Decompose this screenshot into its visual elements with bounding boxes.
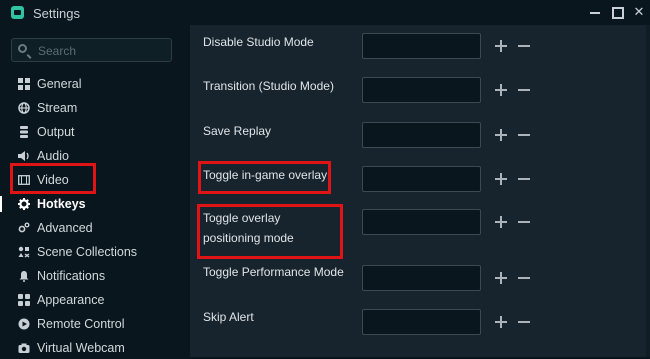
maximize-icon (612, 7, 624, 19)
sidebar-item-remote-control[interactable]: Remote Control (0, 313, 190, 335)
hotkey-label: Save Replay (203, 124, 272, 138)
close-button[interactable]: ✕ (629, 3, 649, 21)
remove-binding-icon[interactable] (518, 316, 530, 328)
minimize-icon (590, 12, 600, 14)
hotkey-label: Disable Studio Mode (203, 35, 314, 49)
sidebar-item-stream[interactable]: Stream (0, 97, 190, 119)
active-indicator (0, 196, 2, 212)
sidebar-item-general[interactable]: General (0, 73, 190, 95)
sidebar-item-label: Stream (37, 101, 78, 115)
sidebar-item-label: Remote Control (37, 317, 125, 331)
hotkeys-panel: Disable Studio Mode Transition (Studio M… (190, 25, 650, 357)
database-icon (18, 126, 30, 138)
gear-icon (18, 198, 30, 210)
sidebar-item-scene-collections[interactable]: Scene Collections (0, 241, 190, 263)
search-icon (18, 44, 27, 53)
maximize-button[interactable] (607, 3, 627, 21)
collections-icon (18, 246, 30, 258)
add-binding-icon[interactable] (495, 84, 507, 96)
sidebar-item-label: Appearance (37, 293, 105, 307)
hotkey-binding-input[interactable] (362, 77, 481, 103)
close-icon: ✕ (633, 4, 645, 19)
remove-binding-icon[interactable] (518, 173, 530, 185)
sidebar-item-label: Advanced (37, 221, 93, 235)
play-circle-icon (18, 318, 30, 330)
sidebar-item-output[interactable]: Output (0, 121, 190, 143)
search-box[interactable] (11, 38, 172, 62)
bell-icon (18, 270, 30, 282)
toggle-overlay-positioning-highlight (197, 204, 343, 259)
sidebar-item-label: Hotkeys (37, 197, 86, 211)
grid-icon (18, 78, 30, 90)
sidebar-item-notifications[interactable]: Notifications (0, 265, 190, 287)
globe-icon (18, 102, 30, 114)
streamlabs-icon (11, 6, 24, 19)
gears-icon (18, 222, 30, 234)
palette-icon (18, 294, 30, 306)
hotkey-binding-input[interactable] (362, 309, 481, 335)
sidebar-item-label: Scene Collections (37, 245, 138, 259)
add-binding-icon[interactable] (495, 216, 507, 228)
sidebar-item-hotkeys[interactable]: Hotkeys (0, 193, 190, 215)
remove-binding-icon[interactable] (518, 40, 530, 52)
remove-binding-icon[interactable] (518, 216, 530, 228)
hotkey-binding-input[interactable] (362, 122, 481, 148)
title-bar: Settings ✕ (0, 0, 650, 25)
camera-icon (18, 342, 30, 354)
hotkeys-highlight-box (10, 163, 96, 194)
add-binding-icon[interactable] (495, 316, 507, 328)
sidebar-item-label: Audio (37, 149, 69, 163)
remove-binding-icon[interactable] (518, 272, 530, 284)
add-binding-icon[interactable] (495, 129, 507, 141)
add-binding-icon[interactable] (495, 272, 507, 284)
remove-binding-icon[interactable] (518, 129, 530, 141)
window-title: Settings (33, 6, 80, 21)
sidebar-item-appearance[interactable]: Appearance (0, 289, 190, 311)
scrollbar[interactable] (646, 25, 650, 357)
toggle-in-game-overlay-highlight (198, 161, 331, 194)
search-input[interactable] (36, 41, 170, 61)
add-binding-icon[interactable] (495, 40, 507, 52)
add-binding-icon[interactable] (495, 173, 507, 185)
speaker-icon (18, 150, 30, 162)
hotkey-binding-input[interactable] (362, 265, 481, 291)
remove-binding-icon[interactable] (518, 84, 530, 96)
hotkey-label: Transition (Studio Mode) (203, 79, 334, 93)
hotkey-binding-input[interactable] (362, 209, 481, 235)
minimize-button[interactable] (585, 3, 605, 21)
sidebar-item-label: Notifications (37, 269, 106, 283)
sidebar-item-label: Output (37, 125, 75, 139)
hotkey-label: Toggle Performance Mode (203, 265, 344, 279)
hotkey-label: Skip Alert (203, 310, 254, 324)
sidebar-item-label: Virtual Webcam (37, 341, 125, 355)
sidebar-item-virtual-webcam[interactable]: Virtual Webcam (0, 337, 190, 359)
hotkey-binding-input[interactable] (362, 33, 481, 59)
sidebar-item-advanced[interactable]: Advanced (0, 217, 190, 239)
hotkey-binding-input[interactable] (362, 166, 481, 192)
sidebar-item-label: General (37, 77, 82, 91)
